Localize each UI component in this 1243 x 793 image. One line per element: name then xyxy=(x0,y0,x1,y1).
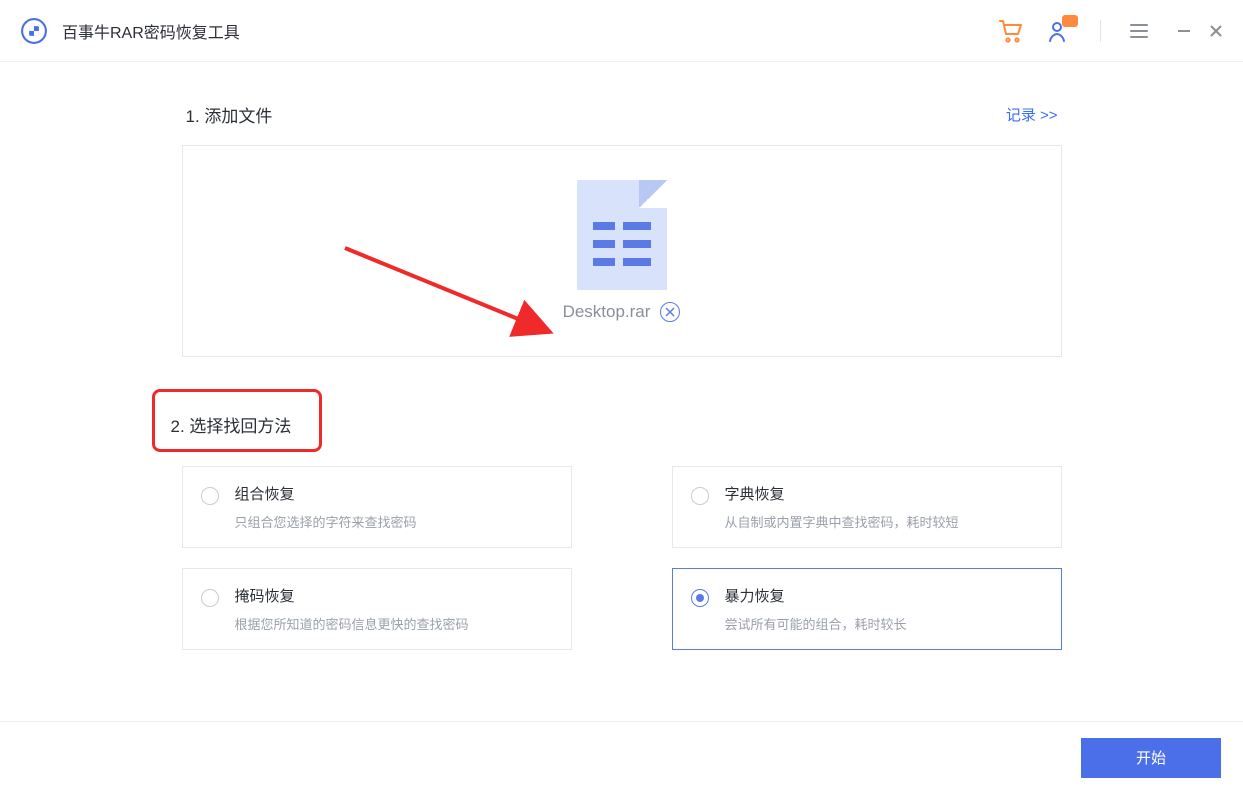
close-icon[interactable] xyxy=(1209,24,1223,38)
method-title: 字典恢复 xyxy=(725,483,959,504)
app-logo-icon xyxy=(20,17,48,45)
method-desc: 从自制或内置字典中查找密码，耗时较短 xyxy=(725,512,959,531)
method-title: 暴力恢复 xyxy=(725,585,907,606)
remove-file-button[interactable] xyxy=(660,302,680,322)
footer-bar: 开始 xyxy=(0,721,1243,793)
step2-title: 2. 选择找回方法 xyxy=(171,417,292,436)
radio-icon xyxy=(201,487,219,505)
radio-icon xyxy=(691,487,709,505)
method-desc: 根据您所知道的密码信息更快的查找密码 xyxy=(235,614,469,633)
separator xyxy=(1100,20,1101,42)
file-dropzone[interactable]: Desktop.rar xyxy=(182,145,1062,357)
step1-header: 1. 添加文件 记录 >> xyxy=(182,102,1062,127)
method-option-0[interactable]: 组合恢复只组合您选择的字符来查找密码 xyxy=(182,466,572,548)
main-content: 1. 添加文件 记录 >> Desktop.rar 2. 选择找 xyxy=(0,62,1243,650)
method-desc: 只组合您选择的字符来查找密码 xyxy=(235,512,417,531)
step1-title: 1. 添加文件 xyxy=(186,102,273,127)
method-title: 组合恢复 xyxy=(235,483,417,504)
method-option-3[interactable]: 暴力恢复尝试所有可能的组合，耗时较长 xyxy=(672,568,1062,650)
menu-icon[interactable] xyxy=(1129,23,1149,39)
start-button[interactable]: 开始 xyxy=(1081,738,1221,778)
file-icon xyxy=(577,180,667,290)
method-option-2[interactable]: 掩码恢复根据您所知道的密码信息更快的查找密码 xyxy=(182,568,572,650)
radio-icon xyxy=(691,589,709,607)
method-title: 掩码恢复 xyxy=(235,585,469,606)
records-link[interactable]: 记录 >> xyxy=(1006,104,1058,125)
user-badge-icon xyxy=(1062,15,1078,27)
cart-icon[interactable] xyxy=(998,19,1024,43)
methods-grid: 组合恢复只组合您选择的字符来查找密码 字典恢复从自制或内置字典中查找密码，耗时较短… xyxy=(182,466,1062,650)
step2-highlight: 2. 选择找回方法 xyxy=(152,389,323,452)
minimize-icon[interactable] xyxy=(1177,24,1191,38)
user-icon[interactable] xyxy=(1046,19,1072,43)
method-desc: 尝试所有可能的组合，耗时较长 xyxy=(725,614,907,633)
file-name: Desktop.rar xyxy=(563,302,651,322)
radio-icon xyxy=(201,589,219,607)
method-option-1[interactable]: 字典恢复从自制或内置字典中查找密码，耗时较短 xyxy=(672,466,1062,548)
app-title: 百事牛RAR密码恢复工具 xyxy=(62,19,240,43)
title-bar: 百事牛RAR密码恢复工具 xyxy=(0,0,1243,62)
